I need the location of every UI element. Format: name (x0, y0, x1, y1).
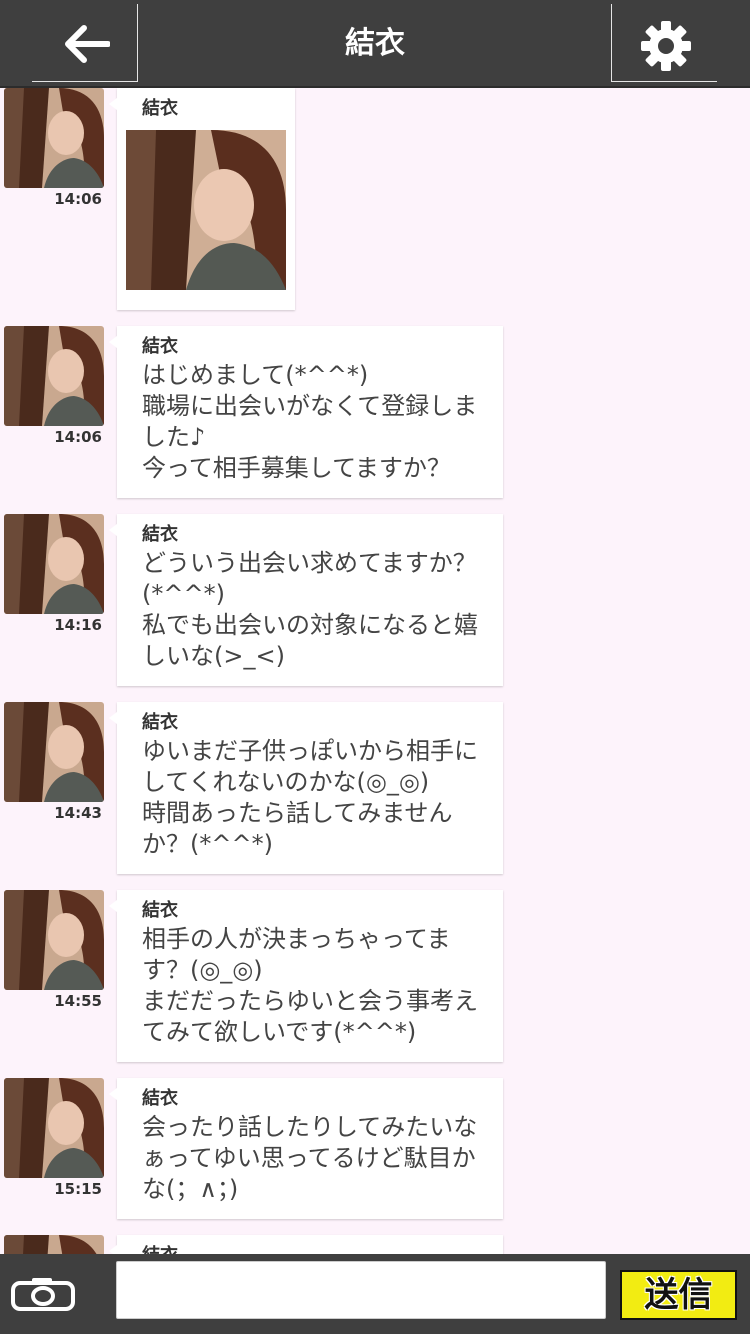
avatar[interactable] (4, 702, 104, 802)
message-sender: 結衣 (142, 336, 178, 357)
camera-icon (11, 1278, 75, 1311)
message-time: 15:15 (54, 1180, 102, 1198)
photo-image[interactable] (126, 130, 286, 290)
message-input[interactable] (116, 1261, 606, 1319)
avatar[interactable] (4, 1235, 104, 1254)
message-time: 14:06 (54, 428, 102, 446)
message-bubble: 結衣相手の人が決まっちゃってま す？(◎_◎) まだだったらゆいと会う事考え て… (109, 890, 503, 1062)
message-item: 15:15 結衣会ったり話したりしてみたいな ぁってゆい思ってるけど駄目か な(；… (0, 1078, 750, 1219)
avatar[interactable] (4, 1078, 104, 1178)
message-text: どういう出会い求めてますか？ (*^^*) 私でも出会いの対象になると嬉 しいな… (142, 549, 478, 670)
message-bubble: 結衣どういう出会い求めてますか？ (*^^*) 私でも出会いの対象になると嬉 し… (109, 514, 503, 686)
header-bar: 結衣 (0, 0, 750, 88)
message-item: 結衣 (0, 1235, 750, 1254)
message-sender: 結衣 (142, 524, 178, 545)
message-time: 14:55 (54, 992, 102, 1010)
message-bubble: 結衣ゆいまだ子供っぽいから相手に してくれないのかな(◎_◎) 時間あったら話し… (109, 702, 503, 874)
back-arrow-icon (65, 25, 110, 63)
send-button[interactable]: 送信 (620, 1270, 737, 1320)
back-button[interactable] (32, 4, 138, 82)
message-text: ゆいまだ子供っぽいから相手に してくれないのかな(◎_◎) 時間あったら話してみ… (142, 737, 478, 858)
avatar[interactable] (4, 514, 104, 614)
gear-icon (641, 21, 691, 71)
message-sender: 結衣 (142, 1088, 178, 1109)
avatar[interactable] (4, 88, 104, 188)
avatar[interactable] (4, 890, 104, 990)
message-item: 14:06 結衣 (0, 88, 750, 310)
message-bubble: 結衣 (109, 1235, 503, 1254)
message-item: 14:16 結衣どういう出会い求めてますか？ (*^^*) 私でも出会いの対象にな… (0, 514, 750, 686)
message-text: はじめまして(*^^*) 職場に出会いがなくて登録しま した♪ 今って相手募集し… (142, 361, 478, 482)
settings-button[interactable] (611, 4, 717, 82)
message-sender: 結衣 (142, 1243, 481, 1254)
message-bubble: 結衣会ったり話したりしてみたいな ぁってゆい思ってるけど駄目か な(；∧；) (109, 1078, 503, 1219)
message-time: 14:16 (54, 616, 102, 634)
message-bubble: 結衣 (109, 88, 295, 310)
composer-bar: 送信 (0, 1254, 750, 1334)
message-sender: 結衣 (142, 712, 178, 733)
message-time: 14:43 (54, 804, 102, 822)
message-bubble: 結衣はじめまして(*^^*) 職場に出会いがなくて登録しま した♪ 今って相手募… (109, 326, 503, 498)
message-item: 14:43 結衣ゆいまだ子供っぽいから相手に してくれないのかな(◎_◎) 時間あ… (0, 702, 750, 874)
message-sender: 結衣 (142, 98, 178, 119)
camera-button[interactable] (0, 1254, 110, 1334)
message-item: 14:06 結衣はじめまして(*^^*) 職場に出会いがなくて登録しま した♪ 今… (0, 326, 750, 498)
message-text: 会ったり話したりしてみたいな ぁってゆい思ってるけど駄目か な(；∧；) (142, 1113, 478, 1203)
avatar[interactable] (4, 326, 104, 426)
message-item: 14:55 結衣相手の人が決まっちゃってま す？(◎_◎) まだだったらゆいと会う… (0, 890, 750, 1062)
message-time: 14:06 (54, 190, 102, 208)
page-title: 結衣 (345, 26, 405, 61)
message-text: 相手の人が決まっちゃってま す？(◎_◎) まだだったらゆいと会う事考え てみて… (142, 925, 478, 1046)
message-list[interactable]: 14:06 結衣 14:06 結衣 はじめまして(*^^*) 職場に出会いがなくて登録… (0, 88, 750, 1254)
message-sender: 結衣 (142, 900, 178, 921)
